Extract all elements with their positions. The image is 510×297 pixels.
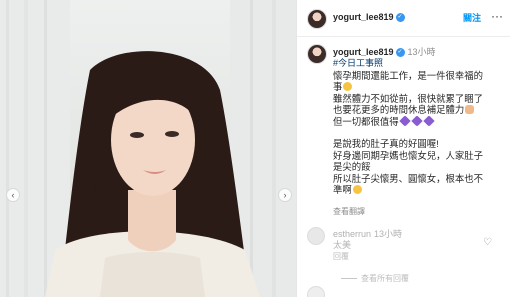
reply-button[interactable]: 回覆 — [333, 251, 349, 262]
comment-avatar[interactable] — [307, 227, 325, 245]
caption-line: 但一切都很值得 — [333, 114, 509, 127]
caption-line: 雖然體力不如從前，很快就累了睏了 — [333, 92, 484, 104]
reply-divider — [341, 278, 357, 280]
verified-badge-icon: ✓ — [395, 48, 405, 58]
laugh-emoji-icon — [352, 185, 362, 195]
verified-badge-icon: ✓ — [395, 13, 405, 23]
comment-text: 太美 — [333, 240, 352, 250]
hashtag-link[interactable]: #今日工事照 — [333, 56, 383, 69]
caption-line: 準啊 — [333, 184, 509, 195]
follow-button[interactable]: 關注 — [463, 11, 481, 24]
muscle-emoji-icon — [465, 105, 475, 115]
caption-avatar[interactable] — [307, 44, 327, 64]
comment-avatar[interactable] — [307, 286, 325, 297]
smile-emoji-icon — [343, 82, 353, 92]
post-side-panel: yogurt_lee819 ✓ 關注 ··· yogurt_lee819 ✓ 13小時… — [296, 0, 510, 297]
chevron-left-icon[interactable]: ‹ — [6, 188, 20, 202]
caption-line: 所以肚子尖懷男、圓懷女，根本也不 — [333, 172, 484, 184]
caption-line: 是尖的餒 — [333, 161, 371, 173]
chevron-right-icon[interactable]: › — [278, 188, 292, 202]
avatar[interactable] — [307, 9, 327, 29]
post-photo: ‹ › — [0, 0, 296, 297]
caption-line: 懷孕期間還能工作，是一件很幸福的 — [333, 70, 484, 81]
caption-line: 事 — [333, 81, 509, 92]
see-translation-link[interactable]: 查看翻譯 — [333, 206, 365, 217]
purple-heart-icon — [398, 114, 411, 127]
portrait-illustration — [0, 0, 296, 297]
caption-line: 好身邊同期孕媽也懷女兒，人家肚子 — [333, 149, 484, 161]
purple-heart-icon — [410, 114, 423, 127]
caption-line: 也要花更多的時間休息補足體力 — [333, 104, 509, 115]
username-text[interactable]: yogurt_lee819 — [333, 12, 394, 22]
view-replies-link[interactable]: 查看所有回覆 — [341, 273, 409, 284]
comment-timestamp: 13小時 — [374, 229, 403, 239]
heart-outline-icon[interactable]: ♡ — [483, 237, 492, 248]
purple-heart-icon — [422, 114, 435, 127]
post-username[interactable]: yogurt_lee819 ✓ — [333, 12, 405, 23]
caption-line: 是說我的肚子真的好圓喔! — [333, 138, 439, 150]
caption-text: 懷孕期間還能工作，是一件很幸福的 事 雖然體力不如從前，很快就累了睏了 也要花更… — [333, 70, 509, 195]
caption-timestamp: 13小時 — [407, 47, 436, 57]
more-options-icon[interactable]: ··· — [491, 9, 503, 23]
post-header: yogurt_lee819 ✓ 關注 ··· — [297, 0, 510, 37]
